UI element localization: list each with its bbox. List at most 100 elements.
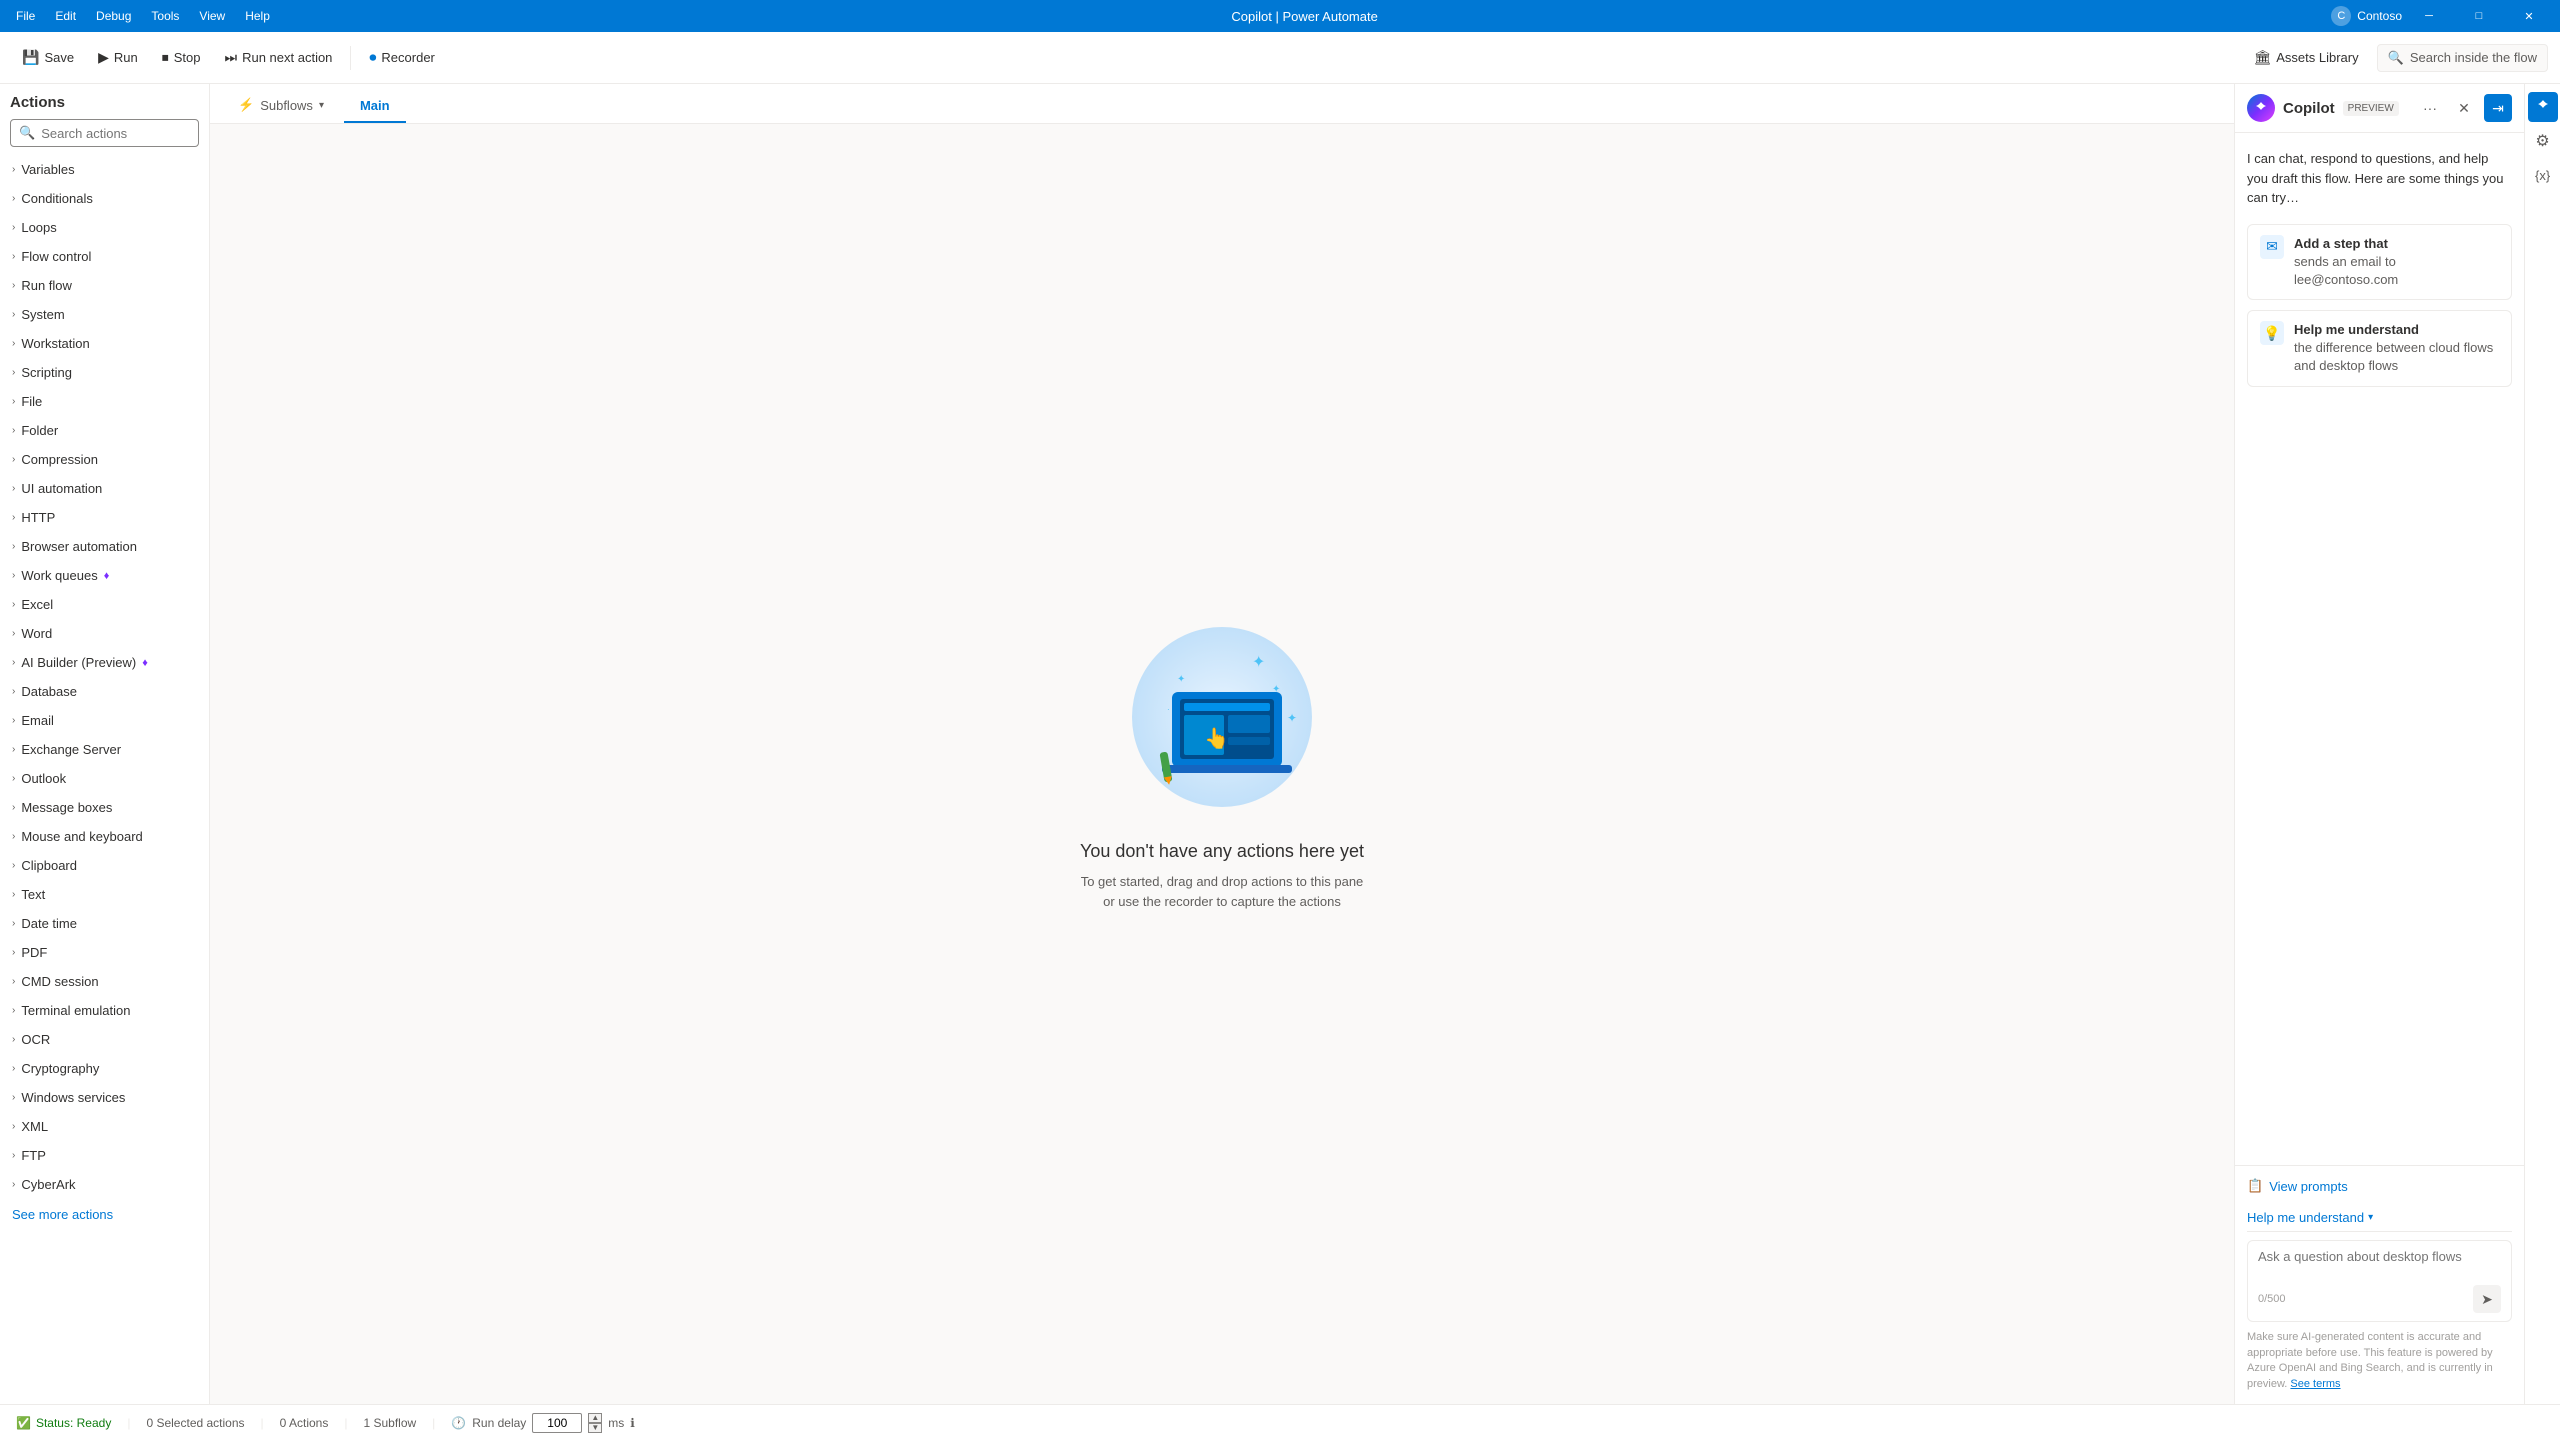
status-ready-icon: ✅	[16, 1416, 31, 1430]
action-item-word[interactable]: › Word	[0, 619, 209, 648]
settings-right-icon-button[interactable]: ⚙	[2528, 126, 2558, 156]
action-label: Flow control	[21, 249, 91, 264]
action-label: Workstation	[21, 336, 89, 351]
action-item-email[interactable]: › Email	[0, 706, 209, 735]
chevron-icon: ›	[12, 947, 15, 958]
run-delay-down-button[interactable]: ▼	[588, 1423, 602, 1433]
action-item-cmd-session[interactable]: › CMD session	[0, 967, 209, 996]
action-label: Clipboard	[21, 858, 77, 873]
empty-state-title: You don't have any actions here yet	[1080, 841, 1364, 862]
menu-view[interactable]: View	[191, 5, 233, 27]
action-item-terminal-emulation[interactable]: › Terminal emulation	[0, 996, 209, 1025]
recorder-icon: ⏺	[369, 49, 376, 66]
recorder-button[interactable]: ⏺ Recorder	[359, 43, 444, 72]
tab-subflows[interactable]: ⚡ Subflows ▾	[222, 89, 340, 123]
action-item-mouse-keyboard[interactable]: › Mouse and keyboard	[0, 822, 209, 851]
copilot-header-right: ··· ✕ ⇥	[2416, 94, 2512, 122]
maximize-button[interactable]: □	[2456, 0, 2502, 32]
copilot-more-options-button[interactable]: ···	[2416, 94, 2444, 122]
close-button[interactable]: ✕	[2506, 0, 2552, 32]
action-label: Browser automation	[21, 539, 137, 554]
copilot-suggestion-add-step[interactable]: ✉ Add a step that sends an email to lee@…	[2247, 224, 2512, 301]
search-actions-box[interactable]: 🔍	[10, 119, 199, 147]
toolbar-right: 🏛 Assets Library 🔍 Search inside the flo…	[2243, 43, 2548, 72]
clock-icon: 🕐	[451, 1416, 466, 1430]
search-actions-input[interactable]	[41, 126, 190, 141]
premium-icon: ♦	[142, 657, 148, 669]
copilot-logo	[2247, 94, 2275, 122]
action-item-excel[interactable]: › Excel	[0, 590, 209, 619]
action-item-text[interactable]: › Text	[0, 880, 209, 909]
chevron-icon: ›	[12, 1150, 15, 1161]
run-next-action-button[interactable]: ⏭ Run next action	[214, 43, 342, 72]
add-step-text: Add a step that sends an email to lee@co…	[2294, 235, 2499, 290]
add-step-icon: ✉	[2260, 235, 2284, 259]
action-item-date-time[interactable]: › Date time	[0, 909, 209, 938]
action-item-windows-services[interactable]: › Windows services	[0, 1083, 209, 1112]
action-label: AI Builder (Preview)	[21, 655, 136, 670]
action-item-pdf[interactable]: › PDF	[0, 938, 209, 967]
chevron-icon: ›	[12, 164, 15, 175]
svg-text:{x}: {x}	[2535, 168, 2551, 183]
action-item-ui-automation[interactable]: › UI automation	[0, 474, 209, 503]
action-item-folder[interactable]: › Folder	[0, 416, 209, 445]
action-item-flow-control[interactable]: › Flow control	[0, 242, 209, 271]
action-label: Terminal emulation	[21, 1003, 130, 1018]
action-item-cyberark[interactable]: › CyberArk	[0, 1170, 209, 1199]
help-me-understand-label[interactable]: Help me understand	[2247, 1210, 2364, 1225]
action-label: Database	[21, 684, 77, 699]
chevron-icon: ›	[12, 280, 15, 291]
run-button[interactable]: ▶ Run	[88, 43, 148, 72]
variables-right-icon-button[interactable]: {x}	[2528, 160, 2558, 190]
chevron-icon: ›	[12, 309, 15, 320]
action-item-cryptography[interactable]: › Cryptography	[0, 1054, 209, 1083]
send-button[interactable]: ➤	[2473, 1285, 2501, 1313]
search-flow[interactable]: 🔍 Search inside the flow	[2377, 44, 2548, 72]
copilot-close-button[interactable]: ✕	[2450, 94, 2478, 122]
action-item-scripting[interactable]: › Scripting	[0, 358, 209, 387]
hmu-dropdown-icon[interactable]: ▾	[2368, 1212, 2373, 1223]
action-item-run-flow[interactable]: › Run flow	[0, 271, 209, 300]
action-item-compression[interactable]: › Compression	[0, 445, 209, 474]
run-delay-input[interactable]	[532, 1413, 582, 1433]
action-item-variables[interactable]: › Variables	[0, 155, 209, 184]
copilot-expand-button[interactable]: ⇥	[2484, 94, 2512, 122]
action-item-message-boxes[interactable]: › Message boxes	[0, 793, 209, 822]
action-item-conditionals[interactable]: › Conditionals	[0, 184, 209, 213]
svg-text:·: ·	[1167, 705, 1170, 714]
action-item-work-queues[interactable]: › Work queues ♦	[0, 561, 209, 590]
assets-library-button[interactable]: 🏛 Assets Library	[2243, 43, 2368, 72]
action-item-file[interactable]: › File	[0, 387, 209, 416]
action-item-database[interactable]: › Database	[0, 677, 209, 706]
action-item-ftp[interactable]: › FTP	[0, 1141, 209, 1170]
menu-help[interactable]: Help	[237, 5, 278, 27]
minimize-button[interactable]: ─	[2406, 0, 2452, 32]
save-button[interactable]: 💾 Save	[12, 43, 84, 72]
actions-count: 0 Actions	[280, 1416, 329, 1430]
menu-file[interactable]: File	[8, 5, 43, 27]
stop-button[interactable]: ⏹ Stop	[152, 43, 211, 72]
copilot-suggestion-help-understand[interactable]: 💡 Help me understand the difference betw…	[2247, 310, 2512, 387]
action-item-clipboard[interactable]: › Clipboard	[0, 851, 209, 880]
menu-edit[interactable]: Edit	[47, 5, 84, 27]
menu-debug[interactable]: Debug	[88, 5, 139, 27]
action-item-workstation[interactable]: › Workstation	[0, 329, 209, 358]
menu-tools[interactable]: Tools	[143, 5, 187, 27]
action-item-system[interactable]: › System	[0, 300, 209, 329]
action-item-browser-automation[interactable]: › Browser automation	[0, 532, 209, 561]
action-item-outlook[interactable]: › Outlook	[0, 764, 209, 793]
view-prompts-button[interactable]: 📋 View prompts	[2247, 1178, 2348, 1194]
action-item-ai-builder[interactable]: › AI Builder (Preview) ♦	[0, 648, 209, 677]
copilot-chat-input[interactable]	[2258, 1249, 2501, 1279]
run-delay-up-button[interactable]: ▲	[588, 1413, 602, 1423]
action-item-loops[interactable]: › Loops	[0, 213, 209, 242]
see-more-actions[interactable]: See more actions	[0, 1199, 209, 1230]
see-terms-link[interactable]: See terms	[2290, 1378, 2340, 1390]
subflows-dropdown-icon[interactable]: ▾	[319, 100, 324, 111]
action-item-exchange-server[interactable]: › Exchange Server	[0, 735, 209, 764]
action-item-xml[interactable]: › XML	[0, 1112, 209, 1141]
tab-main[interactable]: Main	[344, 90, 406, 123]
copilot-right-icon-button[interactable]	[2528, 92, 2558, 122]
action-item-http[interactable]: › HTTP	[0, 503, 209, 532]
action-item-ocr[interactable]: › OCR	[0, 1025, 209, 1054]
